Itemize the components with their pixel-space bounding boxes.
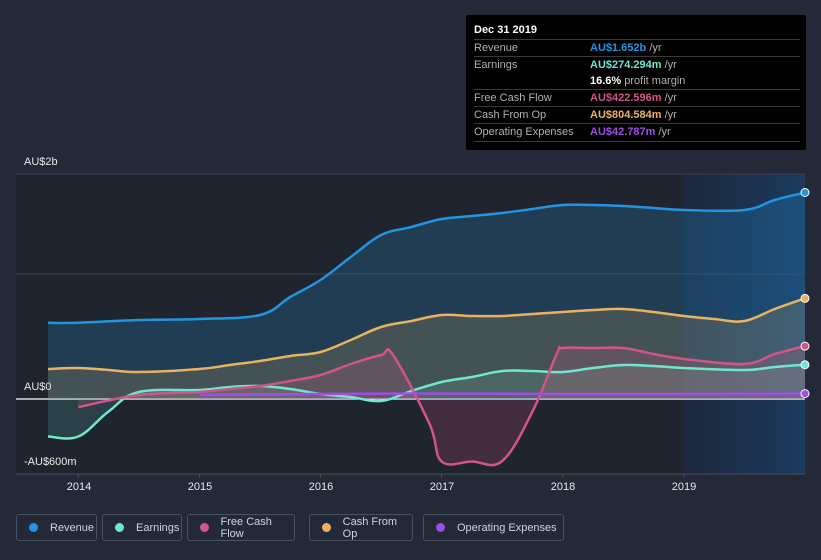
y-tick-label: AU$2b [24,156,58,168]
legend-label: Revenue [50,521,95,534]
tooltip-unit: /yr [664,109,677,121]
cash-from-op-end-point [800,293,810,303]
x-tick-label: 2015 [187,481,213,493]
tooltip-row-revenue: Revenue AU$1.652b /yr [474,39,800,57]
tooltip-profit-margin: 16.6% profit margin [590,75,685,87]
tooltip: Dec 31 2019 Revenue AU$1.652b /yr Earnin… [466,15,806,150]
free-cash-flow-end-point [800,341,810,351]
profit-margin-label: profit margin [624,75,686,87]
tooltip-row-operating-expenses: Operating Expenses AU$42.787m /yr [474,123,800,142]
x-tick-label: 2018 [550,481,576,493]
tooltip-label: Operating Expenses [474,126,574,138]
legend-item-operating-expenses[interactable]: Operating Expenses [423,514,564,541]
tooltip-unit: /yr [664,92,677,104]
operating-expenses-line [199,392,806,397]
tooltip-value: AU$42.787m [590,126,656,138]
operating-expenses-dot-icon [436,523,445,532]
y-tick-label: AU$0 [24,381,52,393]
tooltip-value: AU$1.652b [590,42,647,54]
tooltip-unit: /yr [664,59,677,71]
tooltip-row-earnings: Earnings AU$274.294m /yr [474,56,800,74]
tooltip-unit: /yr [649,42,662,54]
tooltip-label: Revenue [474,42,519,54]
legend-label: Earnings [136,521,180,534]
x-tick-label: 2019 [671,481,697,493]
cash-from-op-dot-icon [322,523,331,532]
y-tick-label: -AU$600m [24,456,77,468]
tooltip-date: Dec 31 2019 [474,24,537,36]
tooltip-label: Free Cash Flow [474,92,552,104]
tooltip-unit: /yr [658,126,671,138]
x-tick-label: 2017 [429,481,455,493]
legend-item-revenue[interactable]: Revenue [16,514,97,541]
revenue-end-point [800,188,810,197]
tooltip-label: Cash From Op [474,109,547,121]
earnings-end-point [800,360,810,370]
profit-margin-value: 16.6% [590,75,622,87]
legend-label: Cash From Op [342,515,398,540]
x-tick-label: 2014 [66,481,92,493]
tooltip-value: AU$274.294m [590,59,662,71]
revenue-dot-icon [29,523,38,532]
legend-label: Free Cash Flow [220,515,272,540]
legend-item-earnings[interactable]: Earnings [102,514,182,541]
tooltip-value: AU$422.596m [590,92,662,104]
legend-label: Operating Expenses [457,521,557,534]
x-tick-label: 2016 [308,481,334,493]
earnings-dot-icon [115,523,124,532]
operating-expenses-end-point [800,389,810,399]
legend-item-cash-from-op[interactable]: Cash From Op [309,514,413,541]
free-cash-flow-dot-icon [200,523,209,532]
tooltip-row-free-cash-flow: Free Cash Flow AU$422.596m /yr [474,89,800,107]
tooltip-row-cash-from-op: Cash From Op AU$804.584m /yr [474,106,800,124]
tooltip-label: Earnings [474,59,518,71]
tooltip-value: AU$804.584m [590,109,662,121]
legend-item-free-cash-flow[interactable]: Free Cash Flow [187,514,295,541]
